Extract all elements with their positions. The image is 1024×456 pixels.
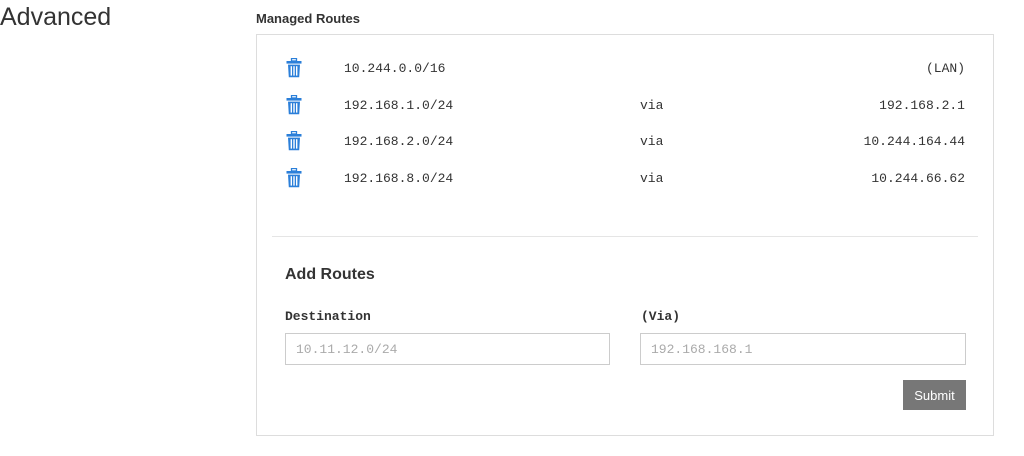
via-input[interactable]: [640, 333, 966, 365]
route-gateway: 192.168.2.1: [879, 97, 965, 113]
route-destination: 192.168.8.0/24: [344, 170, 454, 186]
trash-icon[interactable]: [286, 94, 302, 115]
route-row: 10.244.0.0/16 (LAN): [257, 48, 993, 84]
trash-icon[interactable]: [286, 167, 302, 188]
managed-routes-panel: 10.244.0.0/16 (LAN) 192.168.1.0/24 via 192.1…: [256, 34, 994, 436]
route-destination: 192.168.2.0/24: [344, 134, 454, 149]
route-gateway: 10.244.66.62: [871, 170, 965, 186]
add-routes-heading: Add Routes: [285, 266, 375, 283]
divider: [272, 236, 978, 237]
destination-label: Destination: [285, 309, 371, 324]
route-row: 192.168.8.0/24 via 10.244.66.62: [257, 158, 993, 194]
route-via: via: [640, 134, 664, 149]
destination-input[interactable]: [285, 333, 610, 365]
advanced-page: Advanced Managed Routes 10.244.0.0/16 (LA…: [0, 0, 1024, 456]
managed-routes-heading: Managed Routes: [256, 11, 361, 26]
route-via: via: [640, 170, 664, 186]
section-title: Advanced: [0, 3, 112, 31]
trash-icon[interactable]: [286, 57, 302, 78]
trash-icon[interactable]: [286, 130, 302, 151]
via-label: (Via): [641, 309, 681, 324]
route-row: 192.168.2.0/24 via 10.244.164.44: [257, 121, 993, 157]
route-gateway: (LAN): [925, 61, 965, 76]
route-gateway: 10.244.164.44: [863, 134, 965, 149]
submit-button[interactable]: Submit: [903, 380, 966, 410]
route-via: via: [640, 97, 664, 113]
route-row: 192.168.1.0/24 via 192.168.2.1: [257, 85, 993, 121]
route-destination: 192.168.1.0/24: [344, 97, 454, 113]
route-destination: 10.244.0.0/16: [344, 61, 446, 76]
